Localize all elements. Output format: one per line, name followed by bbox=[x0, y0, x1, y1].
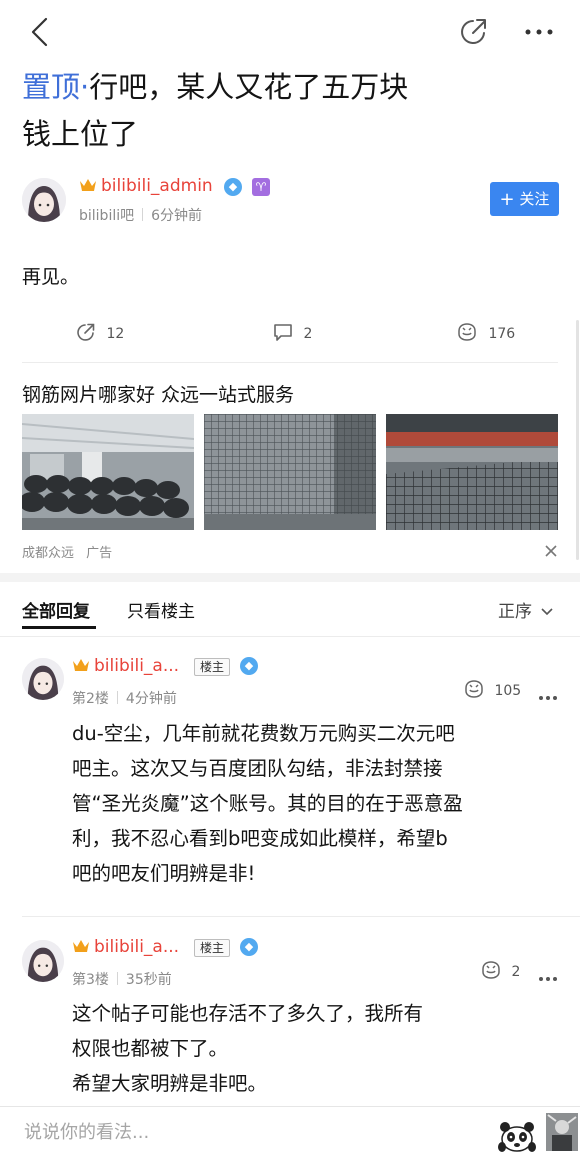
comment-input[interactable]: 说说你的看法... bbox=[24, 1118, 464, 1144]
section-divider bbox=[0, 573, 580, 582]
like-paw-icon bbox=[458, 323, 476, 341]
verified-diamond-icon: ◆ bbox=[240, 657, 258, 675]
post-title: 置顶·行吧，某人又花了五万块 钱上位了 bbox=[22, 64, 462, 158]
zodiac-aries-icon: ♈ bbox=[252, 178, 270, 196]
reply-meta: 第2楼 4分钟前 bbox=[72, 688, 177, 708]
user-avatar-thumbnail[interactable] bbox=[546, 1113, 578, 1151]
like-count: 176 bbox=[488, 326, 516, 342]
pin-label: 置顶· bbox=[22, 70, 90, 104]
stats-divider bbox=[22, 362, 558, 363]
title-line-2: 钱上位了 bbox=[22, 117, 139, 151]
share-arrow-icon[interactable] bbox=[458, 16, 490, 48]
share-icon bbox=[77, 323, 95, 341]
forum-name[interactable]: bilibili吧 bbox=[79, 208, 134, 224]
meta-separator bbox=[142, 208, 144, 221]
reply-avatar[interactable] bbox=[22, 658, 64, 700]
reply-like-group[interactable]: 2 bbox=[480, 960, 520, 980]
crown-icon bbox=[72, 938, 90, 958]
reply-line: 希望大家明辨是非吧。 bbox=[72, 1072, 268, 1095]
reply-like-count: 2 bbox=[511, 964, 521, 980]
tabs-divider bbox=[0, 636, 580, 637]
author-meta: bilibili吧 6分钟前 bbox=[79, 205, 202, 225]
ad-image-welding-line[interactable] bbox=[386, 414, 558, 530]
reply-line: 吧的吧友们明辨是非! bbox=[72, 862, 256, 885]
plus-icon: + bbox=[499, 189, 515, 210]
reply-author-name[interactable]: bilibili_a... bbox=[94, 937, 179, 957]
close-icon[interactable] bbox=[544, 543, 558, 557]
reply-meta: 第3楼 35秒前 bbox=[72, 969, 172, 989]
post-time: 6分钟前 bbox=[151, 208, 203, 224]
ad-advertiser: 成都众远 广告 bbox=[22, 542, 112, 561]
comment-count-group[interactable]: 2 bbox=[273, 322, 312, 342]
sort-label: 正序 bbox=[498, 602, 532, 622]
more-dots-icon[interactable] bbox=[538, 967, 558, 986]
tab-active-indicator bbox=[22, 626, 96, 629]
reply-content: du-空尘，几年前就花费数万元购买二次元吧 吧主。这次又与百度团队勾结，非法封禁… bbox=[72, 716, 562, 891]
scrollbar[interactable] bbox=[576, 320, 579, 560]
like-count-group[interactable]: 176 bbox=[456, 322, 515, 342]
reply-divider bbox=[22, 916, 580, 917]
tab-all-replies[interactable]: 全部回复 bbox=[22, 597, 90, 622]
reply-line: 权限也都被下了。 bbox=[72, 1037, 229, 1060]
reply-line: du-空尘，几年前就花费数万元购买二次元吧 bbox=[72, 722, 455, 745]
meta-separator bbox=[116, 691, 118, 704]
author-avatar[interactable] bbox=[22, 178, 66, 222]
top-nav bbox=[0, 0, 580, 64]
crown-icon bbox=[79, 177, 97, 197]
advertiser-name: 成都众远 bbox=[22, 546, 75, 561]
ad-label: 广告 bbox=[86, 546, 113, 561]
follow-label: 关注 bbox=[519, 190, 550, 208]
floor-number: 第2楼 bbox=[72, 691, 109, 707]
reply-line: 利，我不忍心看到b吧变成如此模样，希望b bbox=[72, 827, 448, 850]
floor-number: 第3楼 bbox=[72, 972, 109, 988]
op-badge: 楼主 bbox=[194, 939, 231, 957]
share-count: 12 bbox=[106, 326, 125, 342]
chevron-left-icon[interactable] bbox=[26, 16, 54, 48]
reply-avatar[interactable] bbox=[22, 940, 64, 982]
follow-button[interactable]: + 关注 bbox=[490, 182, 559, 216]
verified-diamond-icon: ◆ bbox=[224, 178, 242, 196]
more-dots-icon[interactable] bbox=[522, 20, 556, 44]
like-paw-icon bbox=[465, 680, 483, 698]
reply-time: 35秒前 bbox=[125, 972, 172, 988]
verified-diamond-icon: ◆ bbox=[240, 938, 258, 956]
chevron-down-icon bbox=[541, 608, 553, 616]
sort-selector[interactable]: 正序 bbox=[498, 597, 553, 622]
ad-image-steel-mesh-stack[interactable] bbox=[204, 414, 376, 530]
reply-line: 管“圣光炎魔”这个账号。其的目的在于恶意盈 bbox=[72, 792, 463, 815]
more-dots-icon[interactable] bbox=[538, 686, 558, 705]
like-paw-icon bbox=[482, 961, 500, 979]
ad-title[interactable]: 钢筋网片哪家好 众远一站式服务 bbox=[22, 380, 294, 407]
comment-count: 2 bbox=[303, 326, 313, 342]
crown-icon bbox=[72, 657, 90, 677]
author-name[interactable]: bilibili_admin bbox=[101, 176, 213, 196]
meta-separator bbox=[116, 972, 118, 985]
op-badge: 楼主 bbox=[194, 658, 231, 676]
ad-image-steel-coils[interactable] bbox=[22, 414, 194, 530]
reply-time: 4分钟前 bbox=[125, 691, 177, 707]
post-content: 再见。 bbox=[22, 266, 80, 288]
reply-author-name[interactable]: bilibili_a... bbox=[94, 656, 179, 676]
tab-op-only[interactable]: 只看楼主 bbox=[127, 597, 195, 622]
reply-line: 这个帖子可能也存活不了多久了，我所有 bbox=[72, 1002, 424, 1025]
title-line-1: 行吧，某人又花了五万块 bbox=[89, 70, 409, 104]
reply-like-group[interactable]: 105 bbox=[463, 679, 521, 699]
comment-icon bbox=[274, 324, 292, 341]
panda-emoji-icon[interactable] bbox=[498, 1117, 536, 1153]
share-count-group[interactable]: 12 bbox=[76, 322, 124, 342]
reply-line: 吧主。这次又与百度团队勾结，非法封禁接 bbox=[72, 757, 443, 780]
reply-like-count: 105 bbox=[494, 683, 522, 699]
comment-input-bar: 说说你的看法... bbox=[0, 1106, 580, 1159]
reply-content: 这个帖子可能也存活不了多久了，我所有 权限也都被下了。 希望大家明辨是非吧。 bbox=[72, 996, 562, 1101]
